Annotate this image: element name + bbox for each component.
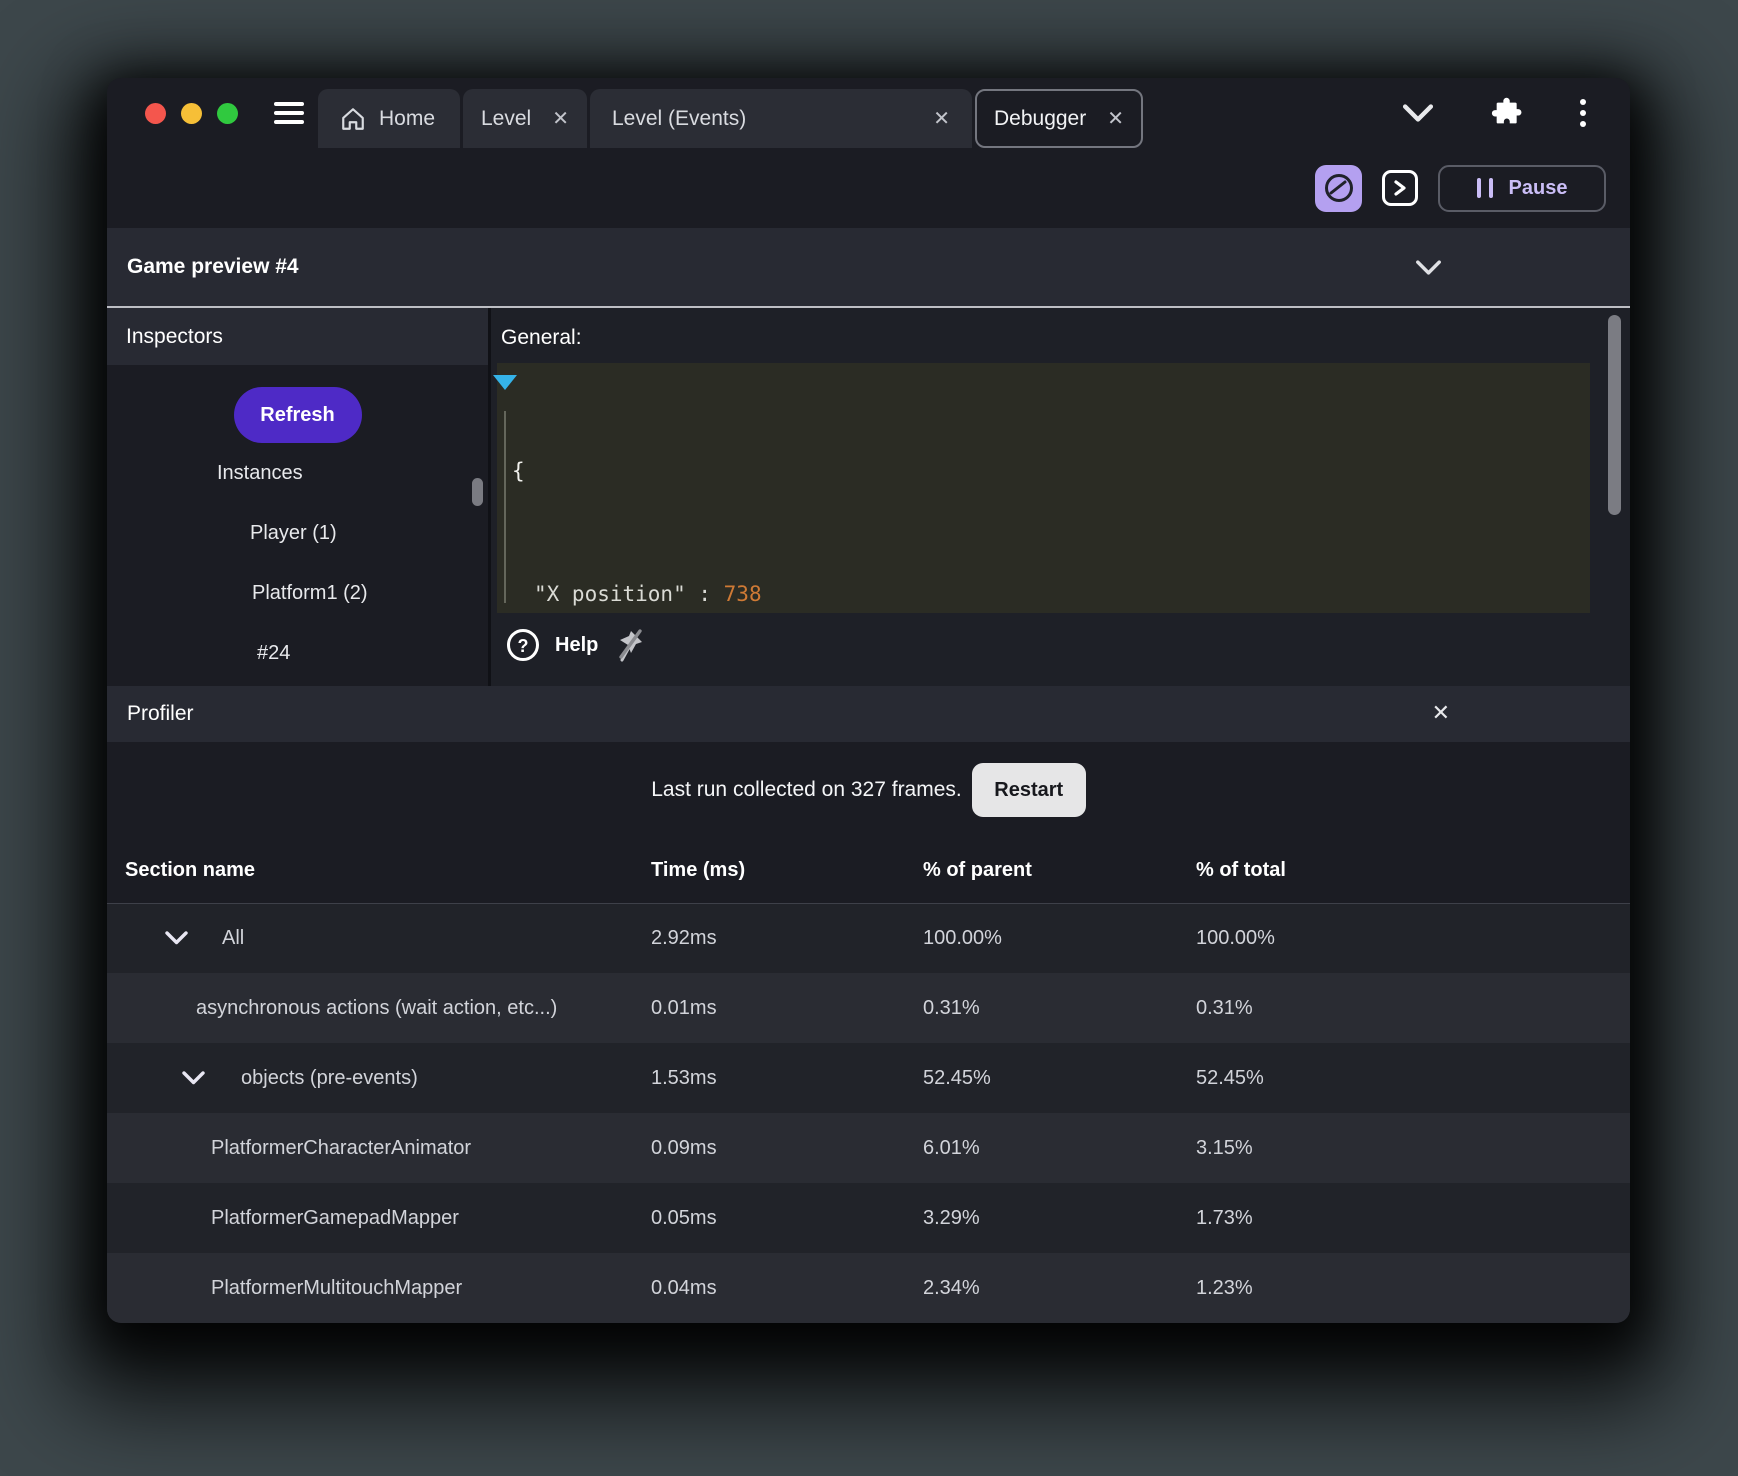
percent-parent-value: 2.34% — [923, 1276, 980, 1299]
percent-total-value: 100.00% — [1196, 926, 1275, 949]
column-time-ms: Time (ms) — [651, 859, 746, 881]
inspector-item-instance-24[interactable]: #24 — [107, 623, 488, 683]
json-line-x-position: "X position" : 738 — [534, 582, 762, 606]
percent-parent-value: 52.45% — [923, 1066, 991, 1089]
column-percent-total: % of total — [1196, 859, 1286, 881]
tab-level[interactable]: Level ✕ — [463, 89, 587, 148]
inspector-item-player[interactable]: Player (1) — [107, 503, 488, 563]
pause-label: Pause — [1508, 176, 1568, 199]
chevron-down-icon[interactable] — [165, 931, 188, 945]
refresh-button[interactable]: Refresh — [233, 387, 362, 443]
profiler-row-objects[interactable]: objects (pre-events) 1.53ms 52.45% 52.45… — [107, 1043, 1630, 1113]
tab-level-events[interactable]: Level (Events) ✕ — [590, 89, 972, 148]
percent-parent-value: 0.31% — [923, 996, 980, 1019]
profiler-toggle-button[interactable] — [1315, 164, 1362, 212]
pause-icon — [1476, 178, 1493, 198]
profiler-title: Profiler — [127, 702, 194, 725]
menu-hamburger-icon[interactable] — [274, 102, 304, 124]
profiler-table-header: Section name Time (ms) % of parent % of … — [107, 838, 1630, 903]
tab-label: Debugger — [994, 106, 1087, 130]
inspector-item-platform1[interactable]: Platform1 (2) — [107, 563, 488, 623]
indent-guide — [504, 411, 506, 603]
percent-total-value: 1.23% — [1196, 1276, 1253, 1299]
column-section-name: Section name — [125, 859, 256, 881]
home-icon — [342, 107, 364, 130]
debugger-main: Inspectors Refresh Instances Player (1) … — [107, 308, 1630, 686]
inspectors-title: Inspectors — [107, 308, 488, 365]
section-name: All — [222, 926, 245, 949]
json-open-brace: { — [512, 459, 525, 483]
chevron-right-icon — [1394, 180, 1406, 196]
inspectors-scrollbar[interactable] — [472, 478, 483, 506]
section-name: asynchronous actions (wait action, etc..… — [196, 996, 558, 1019]
close-tab-icon[interactable]: ✕ — [933, 106, 950, 131]
tabbar-right-icons — [1402, 97, 1588, 129]
close-tab-icon[interactable]: ✕ — [1107, 106, 1124, 131]
tab-label: Level — [481, 106, 532, 130]
pause-button[interactable]: Pause — [1438, 164, 1606, 212]
app-window: Home Level ✕ Level (Events) ✕ Debugger ✕ — [107, 78, 1630, 1323]
section-name: PlatformerCharacterAnimator — [211, 1136, 472, 1159]
percent-total-value: 52.45% — [1196, 1066, 1264, 1089]
general-panel: General: { "X position" : 738 "Y positio… — [491, 308, 1630, 686]
game-preview-title: Game preview #4 — [127, 255, 299, 278]
tab-debugger-active[interactable]: Debugger ✕ — [975, 89, 1143, 148]
inspectors-panel: Inspectors Refresh Instances Player (1) … — [107, 308, 491, 686]
collapse-triangle-icon[interactable] — [493, 375, 517, 390]
section-name: PlatformerMultitouchMapper — [211, 1276, 463, 1299]
tab-label: Home — [379, 106, 436, 130]
profiler-row-async[interactable]: asynchronous actions (wait action, etc..… — [107, 973, 1630, 1043]
percent-total-value: 3.15% — [1196, 1136, 1253, 1159]
extensions-puzzle-icon[interactable] — [1490, 97, 1522, 129]
time-value: 0.04ms — [651, 1276, 717, 1299]
minimize-window-button[interactable] — [181, 102, 202, 124]
close-profiler-icon[interactable]: ✕ — [1432, 700, 1450, 726]
profiler-header: Profiler ✕ — [107, 686, 1630, 742]
debugger-toolbar: Pause — [107, 148, 1630, 228]
profiler-status-text: Last run collected on 327 frames. — [651, 778, 962, 801]
section-name: PlatformerGamepadMapper — [211, 1206, 459, 1229]
time-value: 2.92ms — [651, 926, 717, 949]
chevron-down-icon[interactable] — [1402, 104, 1434, 122]
json-code-block: { "X position" : 738 "Y position" : 459 … — [493, 363, 1590, 613]
window-controls — [145, 102, 238, 124]
profiler-row-character-animator[interactable]: PlatformerCharacterAnimator 0.09ms 6.01%… — [107, 1113, 1630, 1183]
time-value: 0.01ms — [651, 996, 717, 1019]
zoom-window-button[interactable] — [217, 102, 238, 124]
inspector-item-instances[interactable]: Instances — [107, 443, 488, 503]
close-tab-icon[interactable]: ✕ — [552, 106, 569, 131]
kebab-menu-icon[interactable] — [1578, 97, 1588, 129]
profiler-row-all[interactable]: All 2.92ms 100.00% 100.00% — [107, 903, 1630, 973]
profiler-row-multitouch-mapper[interactable]: PlatformerMultitouchMapper 0.04ms 2.34% … — [107, 1253, 1630, 1323]
percent-parent-value: 100.00% — [923, 926, 1002, 949]
console-button[interactable] — [1382, 170, 1418, 206]
gauge-icon — [1324, 174, 1353, 202]
general-scrollbar[interactable] — [1608, 315, 1621, 515]
json-content: { "X position" : 738 "Y position" : 459 … — [497, 363, 1590, 686]
section-name: objects (pre-events) — [241, 1066, 418, 1089]
time-value: 1.53ms — [651, 1066, 717, 1089]
percent-total-value: 0.31% — [1196, 996, 1253, 1019]
percent-parent-value: 3.29% — [923, 1206, 980, 1229]
json-viewer: { "X position" : 738 "Y position" : 459 … — [493, 363, 1590, 613]
tab-home[interactable]: Home — [318, 89, 460, 148]
game-preview-header: Game preview #4 — [107, 228, 1630, 306]
chevron-down-icon[interactable] — [182, 1071, 205, 1085]
profiler-content: Last run collected on 327 frames. Restar… — [107, 742, 1630, 1323]
time-value: 0.05ms — [651, 1206, 717, 1229]
close-window-button[interactable] — [145, 102, 166, 124]
tab-label: Level (Events) — [612, 106, 747, 130]
percent-total-value: 1.73% — [1196, 1206, 1253, 1229]
percent-parent-value: 6.01% — [923, 1136, 980, 1159]
restart-button[interactable]: Restart — [971, 763, 1086, 817]
time-value: 0.09ms — [651, 1136, 717, 1159]
general-title: General: — [501, 326, 582, 349]
profiler-status-row: Last run collected on 327 frames. Restar… — [107, 742, 1630, 838]
tab-bar: Home Level ✕ Level (Events) ✕ Debugger ✕ — [107, 78, 1630, 148]
column-percent-parent: % of parent — [923, 859, 1032, 881]
tab-strip: Home Level ✕ Level (Events) ✕ Debugger ✕ — [318, 89, 1143, 148]
preview-dropdown-chevron-icon[interactable] — [1415, 260, 1442, 275]
profiler-row-gamepad-mapper[interactable]: PlatformerGamepadMapper 0.05ms 3.29% 1.7… — [107, 1183, 1630, 1253]
